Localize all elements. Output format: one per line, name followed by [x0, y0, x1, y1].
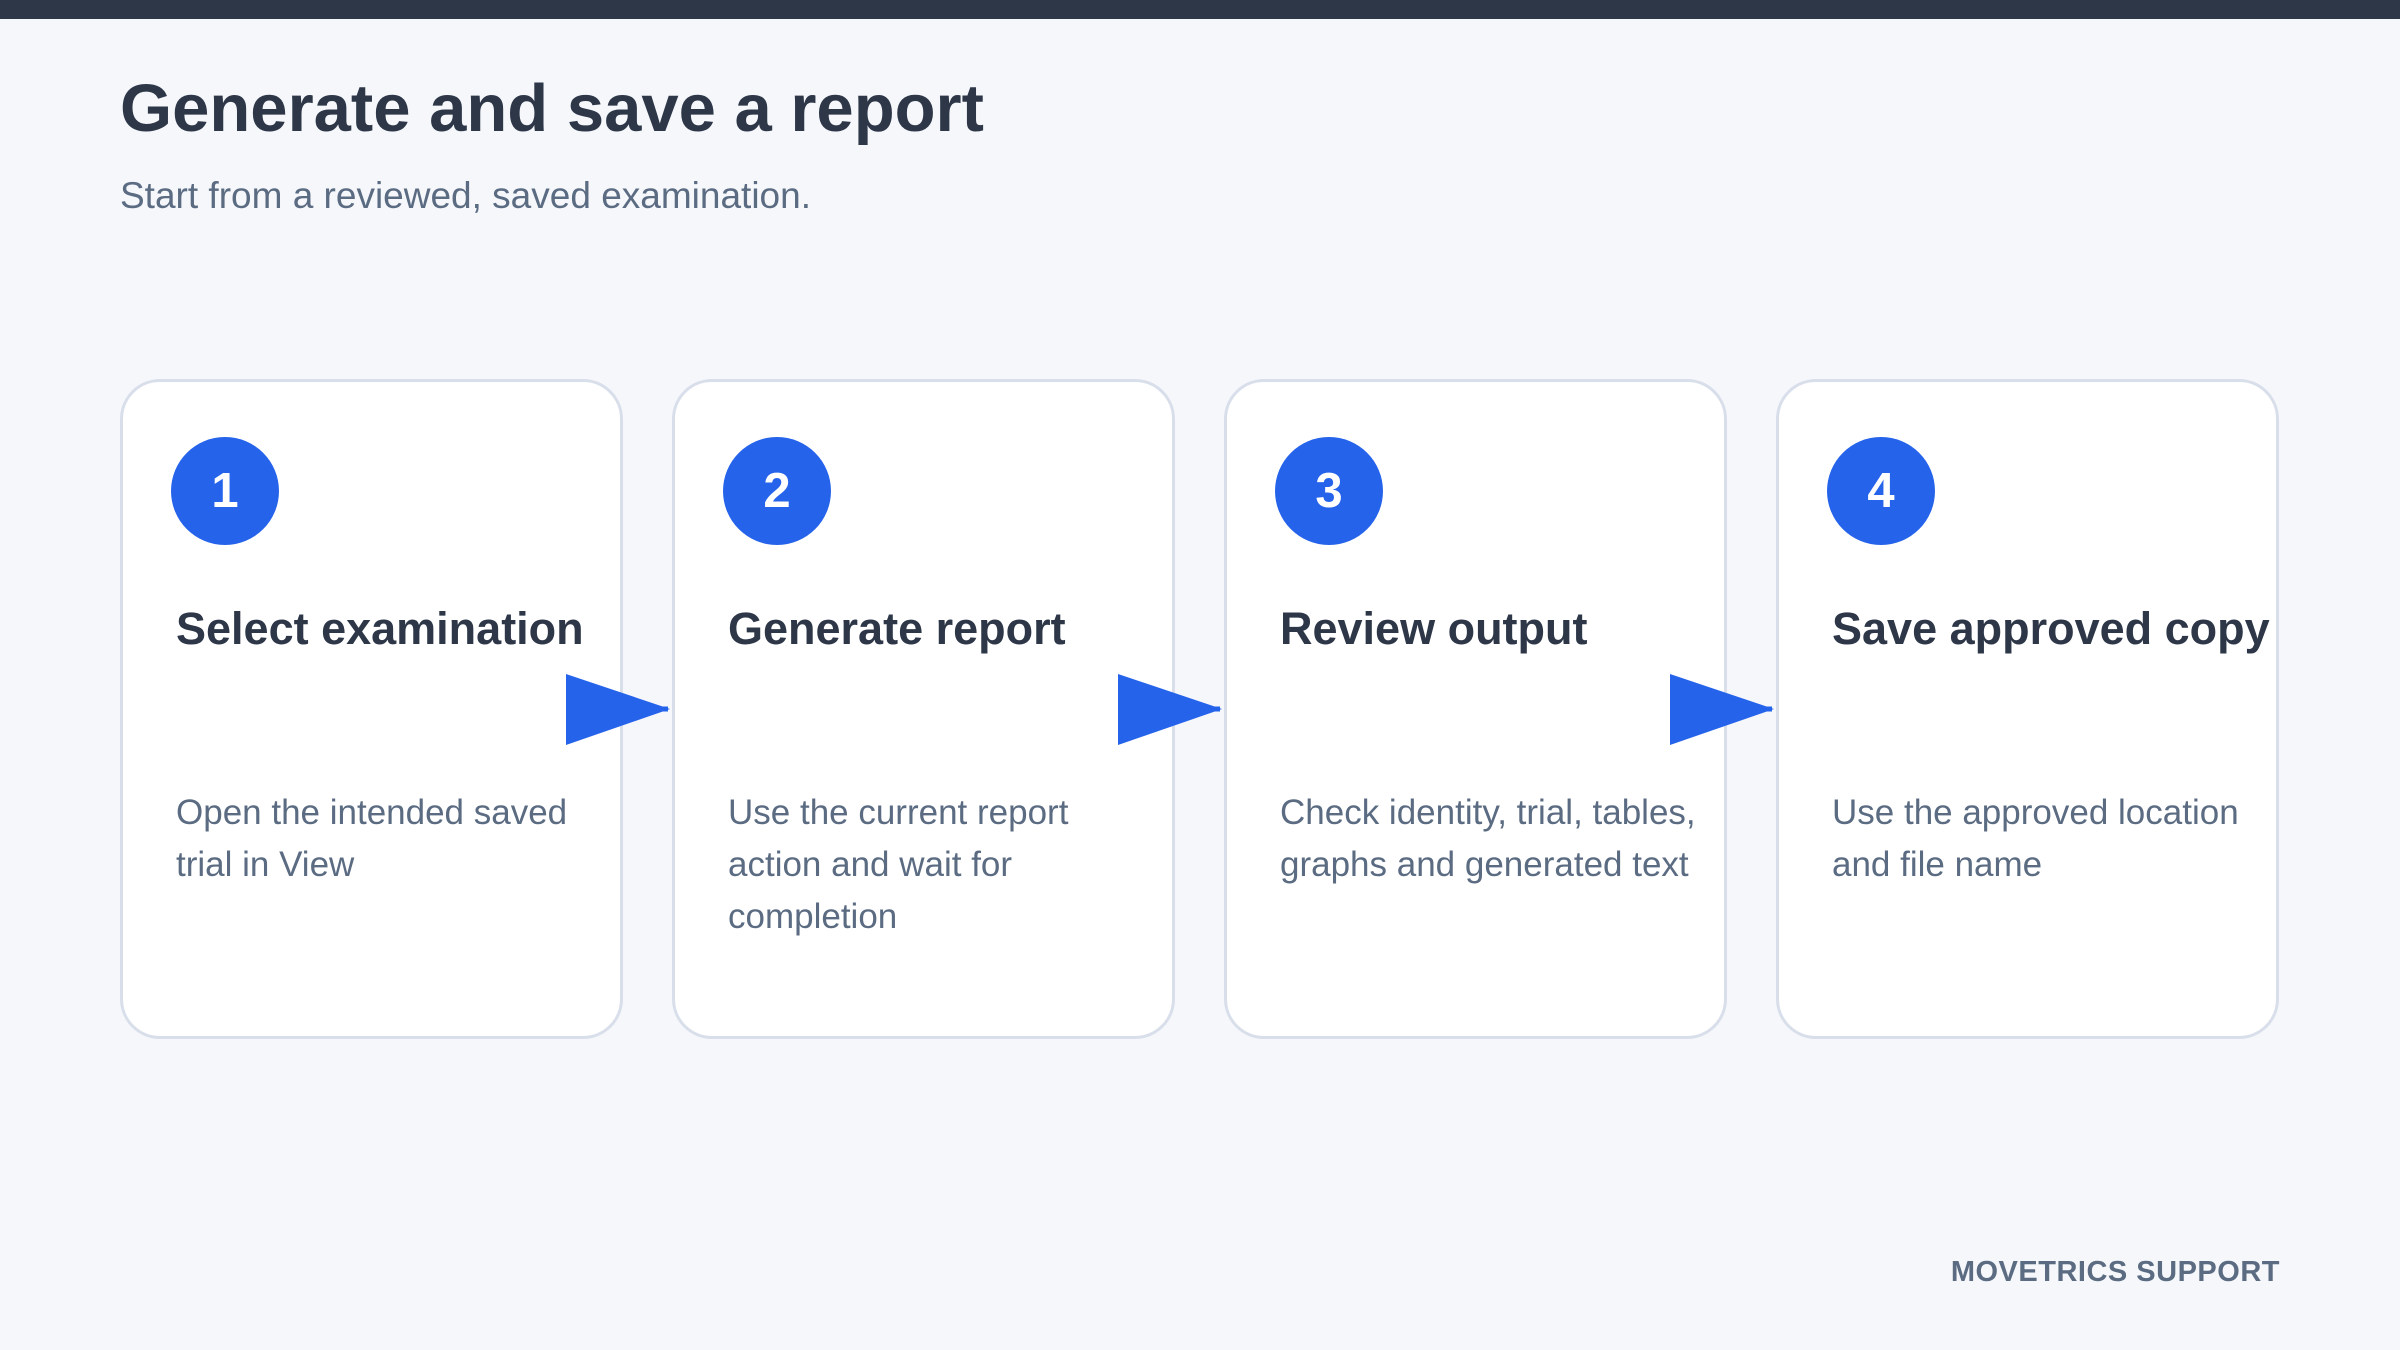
step-description: Open the intended saved trial in View — [176, 793, 568, 884]
page-title: Generate and save a report — [120, 71, 984, 146]
top-bar — [0, 0, 2400, 19]
step-number-badge: 2 — [723, 437, 831, 545]
step-title: Review output — [1280, 603, 1588, 654]
step-card-1: 1 Select examination Open the intended s… — [120, 379, 623, 1039]
step-number-badge: 1 — [171, 437, 279, 545]
step-card-4: 4 Save approved copy Use the approved lo… — [1776, 379, 2279, 1039]
step-title: Generate report — [728, 603, 1066, 654]
step-number-badge: 3 — [1275, 437, 1383, 545]
step-card-2: 2 Generate report Use the current report… — [672, 379, 1175, 1039]
step-title: Save approved copy — [1832, 603, 2270, 654]
step-description: Use the current report action and wait f… — [728, 793, 1069, 936]
step-title: Select examination — [176, 603, 584, 654]
step-number-badge: 4 — [1827, 437, 1935, 545]
footer-brand: MOVETRICS SUPPORT — [1950, 1256, 2280, 1288]
step-description: Use the approved location and file name — [1832, 793, 2239, 884]
step-description: Check identity, trial, tables, graphs an… — [1280, 793, 1696, 884]
page-subtitle: Start from a reviewed, saved examination… — [120, 175, 811, 216]
step-card-3: 3 Review output Check identity, trial, t… — [1224, 379, 1727, 1039]
